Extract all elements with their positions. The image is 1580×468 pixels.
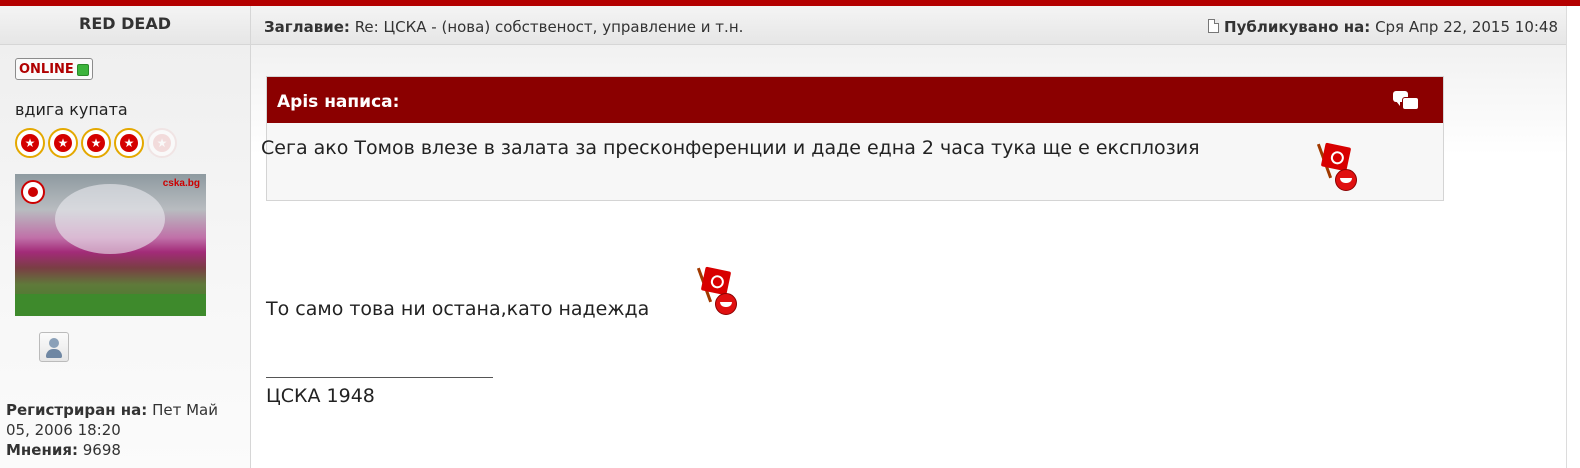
subject-value: Re: ЦСКА - (нова) собственост, управлени… (354, 18, 744, 36)
post-subject: Заглавие: Re: ЦСКА - (нова) собственост,… (264, 6, 743, 48)
online-status-badge: ONLINE (15, 58, 93, 80)
registered-label: Регистриран на: (6, 401, 148, 419)
post-header: Заглавие: Re: ЦСКА - (нова) собственост,… (251, 6, 1566, 45)
post-date: Публикувано на: Сря Апр 22, 2015 10:48 (1208, 6, 1558, 48)
forum-post: RED DEAD Заглавие: Re: ЦСКА - (нова) соб… (0, 6, 1567, 468)
rank-star-icon: ★ (15, 128, 45, 158)
post-message: То само това ни остана,като надежда (266, 298, 650, 320)
author-rank: вдига купата (15, 100, 128, 119)
avatar: cska.bg (15, 174, 206, 316)
signature-divider (266, 377, 493, 378)
online-dot-icon (77, 64, 89, 76)
posted-value: Сря Апр 22, 2015 10:48 (1375, 18, 1558, 36)
posts-label: Мнения: (6, 441, 78, 459)
author-profile: ONLINE вдига купата ★ ★ ★ ★ ★ cska.bg Регист… (0, 45, 251, 468)
rank-star-icon: ★ (48, 128, 78, 158)
quote-header: Apis написа: (267, 77, 1443, 123)
subject-label: Заглавие: (264, 18, 350, 36)
cska-flag-smiley-icon (1316, 142, 1357, 197)
posted-label: Публикувано на: (1224, 18, 1371, 36)
cska-flag-smiley-icon (696, 266, 737, 321)
gender-male-icon (39, 332, 69, 362)
rank-star-empty-icon: ★ (147, 128, 177, 158)
rank-star-icon: ★ (114, 128, 144, 158)
avatar-tag: cska.bg (162, 178, 200, 189)
post-link-icon[interactable] (1208, 19, 1220, 33)
author-name[interactable]: RED DEAD (0, 6, 251, 45)
author-stats: Регистриран на: Пет Май 05, 2006 18:20 М… (6, 400, 246, 460)
quote-author: Apis написа: (277, 92, 400, 112)
club-logo-icon (21, 180, 45, 204)
rank-star-icon: ★ (81, 128, 111, 158)
rank-stars: ★ ★ ★ ★ ★ (15, 128, 180, 160)
online-label: ONLINE (19, 62, 74, 77)
signature: ЦСКА 1948 (266, 385, 375, 407)
post-body: Apis написа: Сега ако Томов влезе в зала… (251, 45, 1566, 468)
quote-icon (1393, 91, 1419, 111)
posts-value: 9698 (82, 441, 121, 459)
quote-text: Сега ако Томов влезе в залата за прескон… (261, 137, 1200, 159)
